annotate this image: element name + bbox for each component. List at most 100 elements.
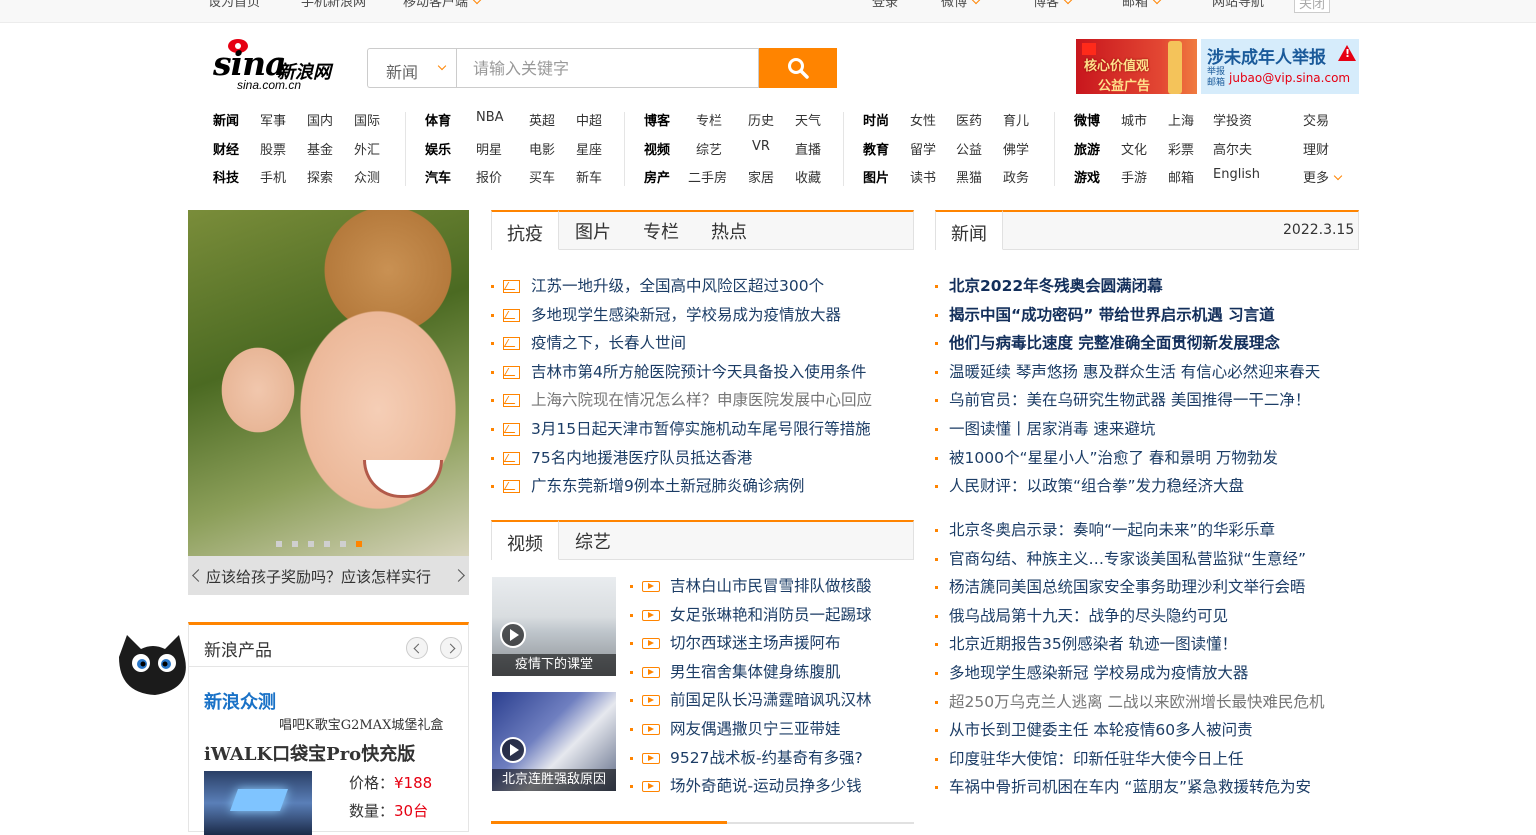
nav-link[interactable]: 公益 [956,139,982,158]
tab-video[interactable]: 视频 [492,520,559,560]
nav-link[interactable]: 综艺 [696,139,722,158]
search-input[interactable] [456,48,759,88]
nav-link[interactable]: 房产 [644,167,670,186]
zhongce-link[interactable]: 新浪众测 [204,688,276,714]
blog-menu[interactable]: 博客 [1033,0,1073,10]
nav-link[interactable]: 高尔夫 [1213,139,1252,158]
nav-link[interactable]: 股票 [260,139,286,158]
carousel-dot[interactable] [292,541,298,547]
cat-mascot-icon[interactable] [115,629,191,699]
news-item[interactable]: 温暖延续 琴声悠扬 惠及群众生活 有信心必然迎来春天 [935,358,1359,387]
video-item[interactable]: 9527战术板-约基奇有多强? [630,744,920,773]
nav-link[interactable]: 上海 [1168,110,1194,129]
carousel-dot[interactable] [340,541,346,547]
weibo-menu[interactable]: 微博 [941,0,981,10]
nav-link[interactable]: 国内 [307,110,333,129]
nav-link[interactable]: 邮箱 [1168,167,1194,186]
news-item[interactable]: 北京冬奥启示录：奏响“一起向未来”的华彩乐章 [935,516,1359,545]
nav-link[interactable]: 旅游 [1074,139,1100,158]
tab-news[interactable]: 新闻 [936,210,1003,250]
search-button[interactable] [759,48,837,88]
nav-link[interactable]: 中超 [576,110,602,129]
nav-link[interactable]: 天气 [795,110,821,129]
nav-link[interactable]: 娱乐 [425,139,451,158]
tab-antiepidemic[interactable]: 抗疫 [492,210,559,250]
close-button[interactable]: 关闭 [1294,0,1331,13]
nav-link[interactable]: 汽车 [425,167,451,186]
nav-link[interactable]: 新闻 [213,110,239,129]
nav-link[interactable]: 收藏 [795,167,821,186]
nav-link[interactable]: 教育 [863,139,889,158]
news-item[interactable]: 俄乌战局第十九天：战争的尽头隐约可见 [935,602,1359,631]
nav-link[interactable]: 彩票 [1168,139,1194,158]
news-item[interactable]: 超250万乌克兰人逃离 二战以来欧洲增长最快难民危机 [935,688,1359,717]
carousel-dot[interactable] [308,541,314,547]
news-item[interactable]: 吉林市第4所方舱医院预计今天具备投入使用条件 [491,358,914,387]
nav-link[interactable]: 外汇 [354,139,380,158]
nav-link[interactable]: 游戏 [1074,167,1100,186]
news-item[interactable]: 江苏一地升级，全国高中风险区超过300个 [491,272,914,301]
more-menu[interactable]: 更多 [1303,167,1343,186]
nav-link[interactable]: 微博 [1074,110,1100,129]
video-item[interactable]: 网友偶遇撒贝宁三亚带娃 [630,715,920,744]
news-item[interactable]: 从市长到卫健委主任 本轮疫情60多人被问责 [935,716,1359,745]
nav-link[interactable]: 理财 [1303,139,1329,158]
mail-menu[interactable]: 邮箱 [1122,0,1162,10]
nav-link[interactable]: 手游 [1121,167,1147,186]
carousel-dot[interactable] [324,541,330,547]
nav-link[interactable]: 女性 [910,110,936,129]
nav-link[interactable]: VR [752,139,770,154]
product-image[interactable] [204,771,312,835]
nav-link[interactable]: 留学 [910,139,936,158]
news-item[interactable]: 印度驻华大使馆：印新任驻华大使今日上任 [935,745,1359,774]
nav-link[interactable]: 国际 [354,110,380,129]
headline-item[interactable]: 北京2022年冬残奥会圆满闭幕 [935,272,1359,301]
nav-link[interactable]: 军事 [260,110,286,129]
nav-link[interactable]: 探索 [307,167,333,186]
news-item[interactable]: 75名内地援港医疗队员抵达香港 [491,444,914,473]
login-link[interactable]: 登录 [872,0,898,10]
site-nav-link[interactable]: 网站导航 [1212,0,1264,10]
nav-link[interactable]: 买车 [529,167,555,186]
chevron-left-icon[interactable] [406,637,428,659]
news-item[interactable]: 杨洁篪同美国总统国家安全事务助理沙利文举行会晤 [935,573,1359,602]
headline-item[interactable]: 他们与病毒比速度 完整准确全面贯彻新发展理念 [935,329,1359,358]
nav-link[interactable]: 电影 [529,139,555,158]
sina-logo[interactable]: sina 新浪网 sina.com.cn [211,38,341,94]
nav-link[interactable]: 星座 [576,139,602,158]
news-item[interactable]: 上海六院现在情况怎么样？申康医院发展中心回应 [491,386,914,415]
nav-link[interactable]: 图片 [863,167,889,186]
nav-link[interactable]: 医药 [956,110,982,129]
nav-link[interactable]: 报价 [476,167,502,186]
carousel-dot[interactable] [276,541,282,547]
news-item[interactable]: 一图读懂丨居家消毒 速来避坑 [935,415,1359,444]
nav-link[interactable]: 二手房 [688,167,727,186]
news-item[interactable]: 疫情之下，长春人世间 [491,329,914,358]
video-thumbnail[interactable]: 北京连胜强敌原因 [492,692,616,791]
video-item[interactable]: 吉林白山市民冒雪排队做核酸 [630,572,920,601]
mobile-client-link[interactable]: 移动客户端 [403,0,482,10]
chevron-right-icon[interactable] [440,637,462,659]
news-item[interactable]: 广东东莞新增9例本土新冠肺炎确诊病例 [491,472,914,501]
tab-hot[interactable]: 热点 [695,210,763,250]
news-item[interactable]: 乌前官员：美在乌研究生物武器 美国推得一干二净！ [935,386,1359,415]
nav-link[interactable]: 科技 [213,167,239,186]
carousel-caption[interactable]: 应该给孩子奖励吗？应该怎样实行 [188,556,469,595]
tab-variety[interactable]: 综艺 [559,520,627,560]
video-item[interactable]: 男生宿舍集体健身练腹肌 [630,658,920,687]
nav-link[interactable]: 新车 [576,167,602,186]
nav-link[interactable]: 博客 [644,110,670,129]
nav-link[interactable]: 读书 [910,167,936,186]
video-item[interactable]: 切尔西球迷主场声援阿布 [630,629,920,658]
photo-carousel[interactable]: 应该给孩子奖励吗？应该怎样实行 [188,210,469,595]
nav-link[interactable]: English [1213,167,1260,182]
nav-link[interactable]: 城市 [1121,110,1147,129]
nav-link[interactable]: 体育 [425,110,451,129]
nav-link[interactable]: 视频 [644,139,670,158]
news-item[interactable]: 北京近期报告35例感染者 轨迹一图读懂！ [935,630,1359,659]
news-item[interactable]: 官商勾结、种族主义…专家谈美国私营监狱“生意经” [935,545,1359,574]
nav-link[interactable]: 历史 [748,110,774,129]
video-item[interactable]: 场外奇葩说-运动员挣多少钱 [630,772,920,801]
news-item[interactable]: 多地现学生感染新冠，学校易成为疫情放大器 [491,301,914,330]
nav-link[interactable]: 明星 [476,139,502,158]
